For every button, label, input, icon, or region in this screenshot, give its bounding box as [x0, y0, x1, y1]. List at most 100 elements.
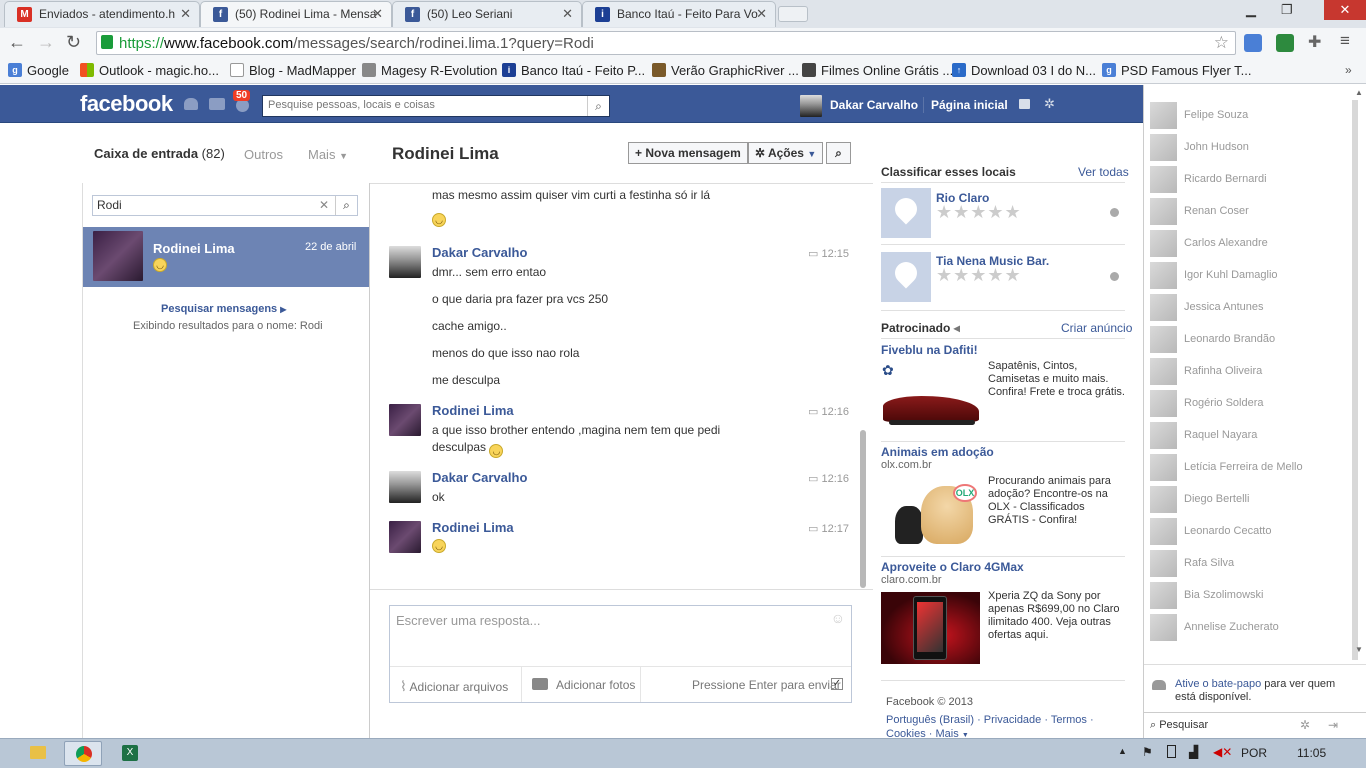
close-icon[interactable]: ✕: [180, 6, 191, 22]
sender-avatar[interactable]: [389, 471, 421, 503]
new-message-button[interactable]: + Nova mensagem: [628, 142, 748, 164]
chat-friend-item[interactable]: Rafa Silva: [1150, 550, 1350, 578]
ad-text[interactable]: Procurando animais para adoção? Encontre…: [988, 475, 1128, 527]
network-icon[interactable]: ▟: [1189, 745, 1198, 759]
facebook-search-input[interactable]: Pesquise pessoas, locais e coisas ⌕: [262, 95, 610, 117]
chat-friend-item[interactable]: Annelise Zucherato: [1150, 614, 1350, 642]
rating-stars[interactable]: ★★★★★: [936, 265, 1022, 286]
hide-sidebar-icon[interactable]: ⇥: [1328, 718, 1338, 732]
create-ad-link[interactable]: Criar anúncio: [1061, 321, 1132, 335]
chat-friend-item[interactable]: Leonardo Cecatto: [1150, 518, 1350, 546]
ad-title[interactable]: Fiveblu na Dafiti!: [881, 343, 978, 357]
footer-links[interactable]: Português (Brasil) · Privacidade · Termo…: [886, 714, 1094, 726]
back-icon[interactable]: ←: [8, 32, 26, 53]
more-bookmarks-icon[interactable]: »: [1345, 63, 1352, 77]
conversation-search-button[interactable]: ⌕: [826, 142, 851, 164]
user-avatar[interactable]: [800, 95, 822, 117]
thread-item-rodinei[interactable]: Rodinei Lima 22 de abril ◡: [83, 227, 369, 287]
clock[interactable]: 11:05: [1297, 746, 1326, 760]
ad-title[interactable]: Animais em adoção: [881, 445, 994, 459]
chat-search-input[interactable]: ⌕ Pesquisar: [1150, 719, 1208, 732]
ad-title[interactable]: Aproveite o Claro 4GMax: [881, 560, 1024, 574]
emoji-icon[interactable]: ☺: [831, 610, 845, 626]
chat-options-gear-icon[interactable]: ✲: [1300, 718, 1310, 732]
extension-icon[interactable]: [1276, 34, 1294, 52]
bookmark-graphicriver[interactable]: Verão GraphicRiver ...: [652, 63, 799, 78]
bookmark-magesy[interactable]: Magesy R-Evolution: [362, 63, 497, 78]
menu-icon[interactable]: ≡: [1340, 31, 1350, 51]
ad-text[interactable]: Sapatênis, Cintos, Camisetas e muito mai…: [988, 360, 1128, 399]
sender-name[interactable]: Dakar Carvalho: [432, 470, 527, 485]
bookmark-psd-flyer[interactable]: g PSD Famous Flyer T...: [1102, 63, 1252, 78]
chat-friend-item[interactable]: Raquel Nayara: [1150, 422, 1350, 450]
bookmark-download[interactable]: ↑ Download 03 I do N...: [952, 63, 1096, 78]
profile-link[interactable]: Dakar Carvalho: [830, 98, 918, 112]
volume-muted-icon[interactable]: ◀✕: [1213, 745, 1232, 759]
sender-avatar[interactable]: [389, 404, 421, 436]
sender-avatar[interactable]: [389, 246, 421, 278]
chat-friend-item[interactable]: Igor Kuhl Damaglio: [1150, 262, 1350, 290]
notification-badge[interactable]: 50: [233, 90, 251, 101]
chat-friend-item[interactable]: Bia Szolimowski: [1150, 582, 1350, 610]
chat-scrollbar[interactable]: [1352, 100, 1358, 660]
place-map-icon[interactable]: [881, 188, 931, 238]
chat-friend-item[interactable]: Letícia Ferreira de Mello: [1150, 454, 1350, 482]
pets-ad-image[interactable]: OLX: [881, 476, 981, 548]
conversation-scrollbar[interactable]: [860, 430, 866, 588]
tab-banco-itau[interactable]: i Banco Itaú - Feito Para Vo ✕: [582, 1, 776, 27]
search-messages-link[interactable]: Pesquisar mensagens ▶: [161, 303, 286, 315]
sender-name[interactable]: Rodinei Lima: [432, 520, 514, 535]
close-window-icon[interactable]: ✕: [1324, 0, 1366, 20]
forward-icon[interactable]: →: [37, 32, 55, 53]
scroll-down-icon[interactable]: ▼: [1355, 645, 1363, 654]
new-tab-button[interactable]: [778, 6, 808, 22]
add-files-button[interactable]: ⌇ Adicionar arquivos: [400, 678, 508, 695]
friend-requests-icon[interactable]: [184, 98, 198, 110]
privacy-lock-icon[interactable]: [1019, 99, 1030, 109]
tab-rodinei-messages[interactable]: f (50) Rodinei Lima - Mensa ✕: [200, 1, 392, 27]
clear-icon[interactable]: ✕: [319, 198, 329, 212]
messages-icon[interactable]: [209, 98, 225, 110]
url-input[interactable]: https://www.facebook.com/messages/search…: [96, 31, 1236, 55]
message-search-input[interactable]: Rodi ✕ ⌕: [92, 195, 358, 216]
inbox-title[interactable]: Caixa de entrada (82): [94, 146, 225, 161]
chat-friend-item[interactable]: Renan Coser: [1150, 198, 1350, 226]
facebook-logo[interactable]: facebook: [80, 91, 173, 117]
ad-text[interactable]: Xperia ZQ da Sony por apenas R$699,00 no…: [988, 590, 1128, 642]
battery-icon[interactable]: [1167, 745, 1176, 758]
place-map-icon[interactable]: [881, 252, 931, 302]
puzzle-icon[interactable]: ✚: [1308, 32, 1321, 52]
phone-ad-image[interactable]: [881, 592, 980, 664]
search-icon[interactable]: ⌕: [335, 196, 357, 215]
home-link[interactable]: Página inicial: [931, 98, 1008, 112]
scroll-up-icon[interactable]: ▲: [1355, 88, 1363, 97]
chat-friend-item[interactable]: Ricardo Bernardi: [1150, 166, 1350, 194]
shoe-ad-image[interactable]: [881, 380, 981, 430]
minimize-icon[interactable]: ▁: [1246, 2, 1256, 18]
close-icon[interactable]: ✕: [372, 6, 383, 22]
enable-chat-link[interactable]: Ative o bate-papo: [1175, 678, 1261, 690]
excel-taskbar-button[interactable]: X: [110, 741, 148, 766]
chat-friend-item[interactable]: Jessica Antunes: [1150, 294, 1350, 322]
more-dropdown[interactable]: Mais ▼: [308, 147, 348, 162]
translate-icon[interactable]: [1244, 34, 1262, 52]
chat-friend-item[interactable]: Rogério Soldera: [1150, 390, 1350, 418]
language-indicator[interactable]: POR: [1241, 746, 1267, 760]
sender-name[interactable]: Rodinei Lima: [432, 403, 514, 418]
rating-stars[interactable]: ★★★★★: [936, 202, 1022, 223]
bookmark-outlook[interactable]: Outlook - magic.ho...: [80, 63, 219, 78]
bookmark-madmapper[interactable]: Blog - MadMapper: [230, 63, 356, 78]
tray-expand-icon[interactable]: ▲: [1118, 746, 1127, 756]
bookmark-itau[interactable]: i Banco Itaú - Feito P...: [502, 63, 645, 78]
sender-avatar[interactable]: [389, 521, 421, 553]
bookmark-google[interactable]: g Google: [8, 63, 69, 78]
sender-name[interactable]: Dakar Carvalho: [432, 245, 527, 260]
chrome-taskbar-button[interactable]: [64, 741, 102, 766]
chat-friend-item[interactable]: Leonardo Brandão: [1150, 326, 1350, 354]
reload-icon[interactable]: ↻: [66, 32, 81, 53]
bookmark-star-icon[interactable]: ☆: [1214, 33, 1229, 53]
tab-gmail[interactable]: M Enviados - atendimento.h ✕: [4, 1, 200, 27]
see-all-link[interactable]: Ver todas: [1078, 165, 1129, 179]
close-icon[interactable]: ✕: [756, 6, 767, 22]
press-enter-checkbox[interactable]: ✓: [831, 678, 843, 690]
